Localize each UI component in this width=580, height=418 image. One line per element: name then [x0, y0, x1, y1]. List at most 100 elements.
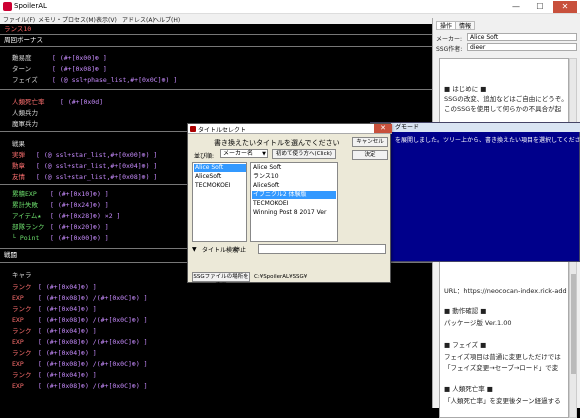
tree-item[interactable]: ランク: [12, 326, 32, 336]
tree-item[interactable]: アイテム★: [12, 211, 41, 221]
tree-item[interactable]: ターン: [12, 64, 31, 74]
tree-item[interactable]: 人類死亡率: [12, 97, 45, 107]
tree-item-code: [ (#+[0x04]⊕) ]: [38, 283, 97, 291]
tree-item-code: [ (@ ssl+star_list,#+[0x00]⊕) ]: [36, 151, 158, 159]
menu-help[interactable]: ヘルプ(H): [153, 15, 180, 24]
tree-item[interactable]: 戦果: [12, 139, 25, 149]
cancel-button[interactable]: キャンセル: [352, 137, 388, 147]
section-bonus[interactable]: 周回ボーナス: [0, 35, 432, 45]
menu-memory-process[interactable]: メモリ・プロセス(M): [38, 15, 96, 24]
divider: [0, 46, 432, 47]
list-item[interactable]: Winning Post 8 2017 Ver: [252, 209, 326, 217]
app-icon: [3, 2, 12, 11]
ssg-path-value: C:¥SpoilerAL¥SSG¥: [254, 274, 308, 280]
tree-item[interactable]: EXP: [12, 315, 24, 325]
close-button[interactable]: ✕: [553, 1, 577, 13]
dialog-prompt: 書き換えたいタイトルを選んでください: [214, 139, 340, 147]
tree-item[interactable]: ランク: [12, 348, 32, 358]
tree-item-code: [ (@ ssl+star_list,#+[0x04]⊕) ]: [36, 162, 158, 170]
divider: [0, 89, 432, 90]
tree-item-code: [ (#+[0x04]⊕) ]: [38, 327, 97, 335]
app-window: SpoilerAL — ☐ ✕ ファイル(F) メモリ・プロセス(M) 表示(V…: [0, 0, 580, 418]
mode-window-title: グモード: [371, 123, 580, 132]
list-item[interactable]: TECMOKOEI: [194, 182, 230, 190]
tree-item[interactable]: EXP: [12, 359, 24, 369]
tree-item-code: [ (#+[0x04]⊕) ]: [38, 305, 97, 313]
menu-view[interactable]: 表示(V): [96, 15, 117, 24]
tree-item[interactable]: 魔軍兵力: [12, 119, 38, 129]
tree-item[interactable]: 部隊ランク: [12, 222, 45, 232]
title-search-label: タイトル検索: [202, 247, 239, 254]
notes-line: ■ 人類死亡率 ■: [444, 385, 493, 393]
list-item[interactable]: Alice Soft: [252, 164, 281, 172]
first-time-button[interactable]: 初めて使う方へ(Click): [272, 149, 336, 159]
list-item[interactable]: AliceSoft: [194, 173, 221, 181]
notes-line: パッケージ版 Ver.1.00: [444, 319, 512, 327]
mode-window-message: を展開しました。ツリー上から、書き換えたい項目を選択してください。: [395, 137, 580, 144]
search-toggle-icon[interactable]: ▼: [192, 246, 197, 253]
tree-item[interactable]: フェイズ: [12, 75, 38, 85]
menu-address[interactable]: アドレス(A): [122, 15, 155, 24]
dialog-close-button[interactable]: ✕: [374, 124, 392, 133]
tree-item-code: [ (#+[0x04]⊕) ]: [38, 371, 97, 379]
tree-item[interactable]: 累計失敗: [12, 200, 38, 210]
notes-line: このSSGを使用して何らかの不具合が起: [444, 105, 562, 113]
mode-window: グモード を展開しました。ツリー上から、書き換えたい項目を選択してください。: [370, 122, 580, 262]
tree-item[interactable]: 人類兵力: [12, 108, 38, 118]
tree-item-code: [ (#+[0x08]⊕) /(#+[0x0C]⊕) ]: [38, 382, 148, 390]
change-ssg-path-button[interactable]: SSGファイルの場所を変更: [192, 272, 250, 289]
tree-item-code: [ (#+[0x20]⊕) ]: [50, 223, 109, 231]
tree-item[interactable]: EXP: [12, 381, 24, 391]
tree-item-code: [ (#+[0x08]⊕) /(#+[0x0C]⊕) ]: [38, 360, 148, 368]
notes-line: SSGの改変、追加などはご自由にどうぞ。: [444, 95, 568, 103]
dialog-title: タイトルセレクト: [198, 127, 247, 134]
dialog-icon: [190, 126, 196, 132]
tab-operation[interactable]: 操作: [436, 21, 457, 30]
list-item[interactable]: Alice Soft: [194, 164, 246, 172]
minimize-button[interactable]: —: [506, 1, 526, 13]
tree-item[interactable]: ランク: [12, 304, 32, 314]
tree-item-code: [ (#+[0x28]⊕) ×2 ]: [50, 212, 121, 220]
tree-item-code: [ (#+[0x0d]: [60, 98, 104, 106]
tree-item[interactable]: キャラ: [12, 270, 32, 280]
chevron-down-icon: ▼: [262, 151, 266, 157]
maker-list[interactable]: Alice Soft AliceSoft TECMOKOEI: [192, 162, 247, 242]
tree-item[interactable]: 勲章: [12, 161, 25, 171]
maximize-button[interactable]: ☐: [530, 1, 550, 13]
title-select-dialog: タイトルセレクト ✕ 書き換えたいタイトルを選んでください キャンセル 決定 並…: [187, 123, 392, 289]
tree-item[interactable]: └ Point: [12, 233, 39, 243]
list-item[interactable]: ランス10: [252, 173, 279, 181]
tree-item-code: [ (#+[0x24]⊕) ]: [50, 201, 109, 209]
tree-item[interactable]: EXP: [12, 337, 24, 347]
tree-item[interactable]: 実弾: [12, 150, 25, 160]
title-search-input[interactable]: [258, 244, 386, 254]
sort-select-value: メーカー名: [223, 150, 254, 157]
tree-item-code: [ (@ ssl+phase_list,#+[0x0C]⊕) ]: [52, 76, 178, 84]
sort-label: 並び順:: [194, 153, 215, 160]
scrollbar-thumb[interactable]: [571, 274, 576, 374]
game-title: ランス10: [4, 25, 32, 33]
tree-item[interactable]: 難易度: [12, 53, 32, 63]
tree-item[interactable]: 累積EXP: [12, 189, 37, 199]
list-item[interactable]: AliceSoft: [252, 182, 279, 190]
list-item[interactable]: イブニクル2 体験版: [252, 191, 336, 199]
ok-button[interactable]: 決定: [352, 150, 388, 160]
author-label: SSG作者:: [436, 46, 463, 53]
list-item[interactable]: TECMOKOEI: [252, 200, 288, 208]
tree-item-code: [ (#+[0x00]⊕) ]: [50, 234, 109, 242]
tree-item[interactable]: ランク: [12, 282, 32, 292]
maker-field[interactable]: Alice Soft: [467, 33, 577, 41]
tree-item[interactable]: ランク: [12, 370, 32, 380]
author-field[interactable]: dieer: [467, 43, 577, 51]
tree-item-code: [ (#+[0x08]⊕) /(#+[0x0C]⊕) ]: [38, 316, 148, 324]
sort-select[interactable]: メーカー名 ▼: [220, 149, 268, 158]
menu-file[interactable]: ファイル(F): [3, 15, 35, 24]
tab-info[interactable]: 情報: [455, 21, 476, 30]
title-list[interactable]: Alice Soft ランス10 AliceSoft イブニクル2 体験版 TE…: [250, 162, 338, 242]
tree-item-code: [ (#+[0x08]⊕) /(#+[0x0C]⊕) ]: [38, 338, 148, 346]
notes-line: 「フェイズ変更→セーブ→ロード」で変: [444, 364, 559, 372]
stop-button[interactable]: 停止: [234, 245, 246, 254]
notes-line: ■ はじめに ■: [444, 85, 487, 93]
tree-item[interactable]: EXP: [12, 293, 24, 303]
tree-item[interactable]: 友情: [12, 172, 25, 182]
